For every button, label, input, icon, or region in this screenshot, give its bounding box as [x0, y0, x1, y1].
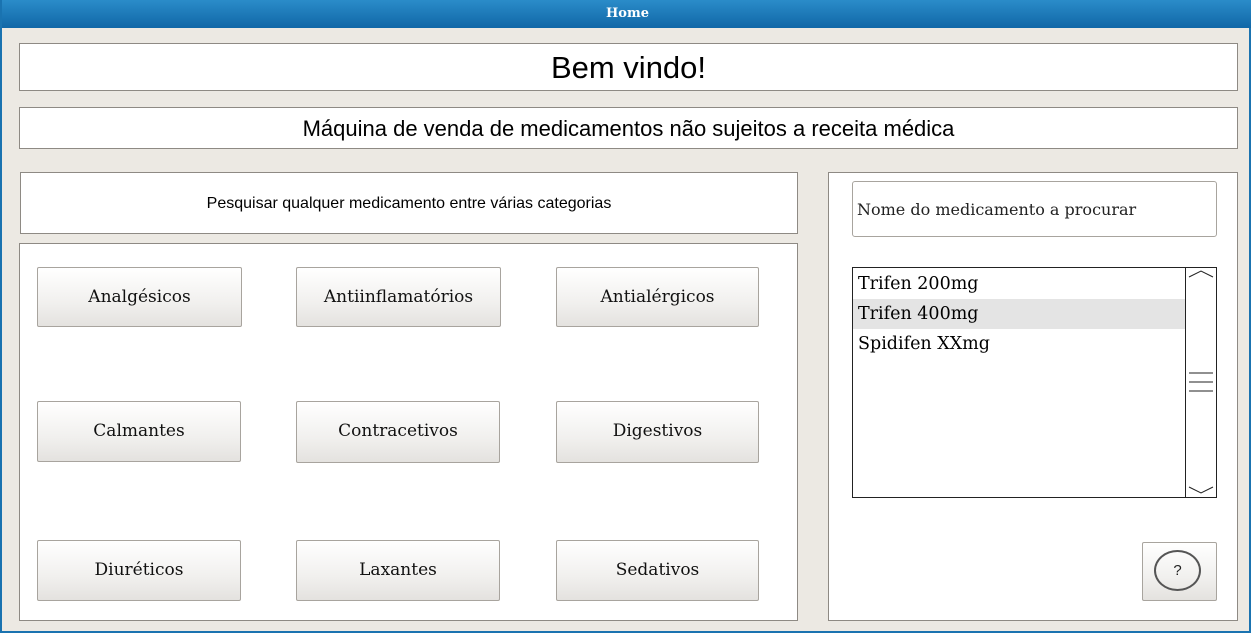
category-button-sedativos[interactable]: Sedativos	[556, 540, 759, 601]
scroll-up-arrow-icon	[1188, 270, 1214, 278]
welcome-banner: Bem vindo!	[19, 43, 1238, 91]
page-subtitle: Máquina de venda de medicamentos não suj…	[19, 107, 1238, 149]
category-button-contracetivos[interactable]: Contracetivos	[296, 401, 500, 463]
list-item[interactable]: Spidifen XXmg	[853, 329, 1185, 359]
category-button-diureticos[interactable]: Diuréticos	[37, 540, 241, 601]
category-search-hint: Pesquisar qualquer medicamento entre vár…	[20, 172, 798, 234]
results-scrollbar[interactable]	[1185, 268, 1216, 497]
category-button-analgesicos[interactable]: Analgésicos	[37, 267, 242, 327]
list-item[interactable]: Trifen 200mg	[853, 269, 1185, 299]
search-results-list[interactable]: Trifen 200mg Trifen 400mg Spidifen XXmg	[852, 267, 1217, 498]
category-button-antiinflamatorios[interactable]: Antiinflamatórios	[296, 267, 501, 327]
list-item[interactable]: Trifen 400mg	[853, 299, 1185, 329]
category-button-antialergicos[interactable]: Antialérgicos	[556, 267, 759, 327]
category-button-laxantes[interactable]: Laxantes	[296, 540, 500, 601]
category-button-calmantes[interactable]: Calmantes	[37, 401, 241, 462]
scroll-down-arrow-icon	[1188, 486, 1214, 494]
category-button-digestivos[interactable]: Digestivos	[556, 401, 759, 463]
help-button[interactable]: ?	[1142, 542, 1217, 601]
scrollbar-graphic	[1188, 270, 1214, 494]
medicine-search-input[interactable]	[852, 181, 1217, 237]
help-icon: ?	[1154, 550, 1201, 591]
window-titlebar: Home	[2, 0, 1251, 28]
app-window: Home Bem vindo! Máquina de venda de medi…	[0, 0, 1251, 633]
